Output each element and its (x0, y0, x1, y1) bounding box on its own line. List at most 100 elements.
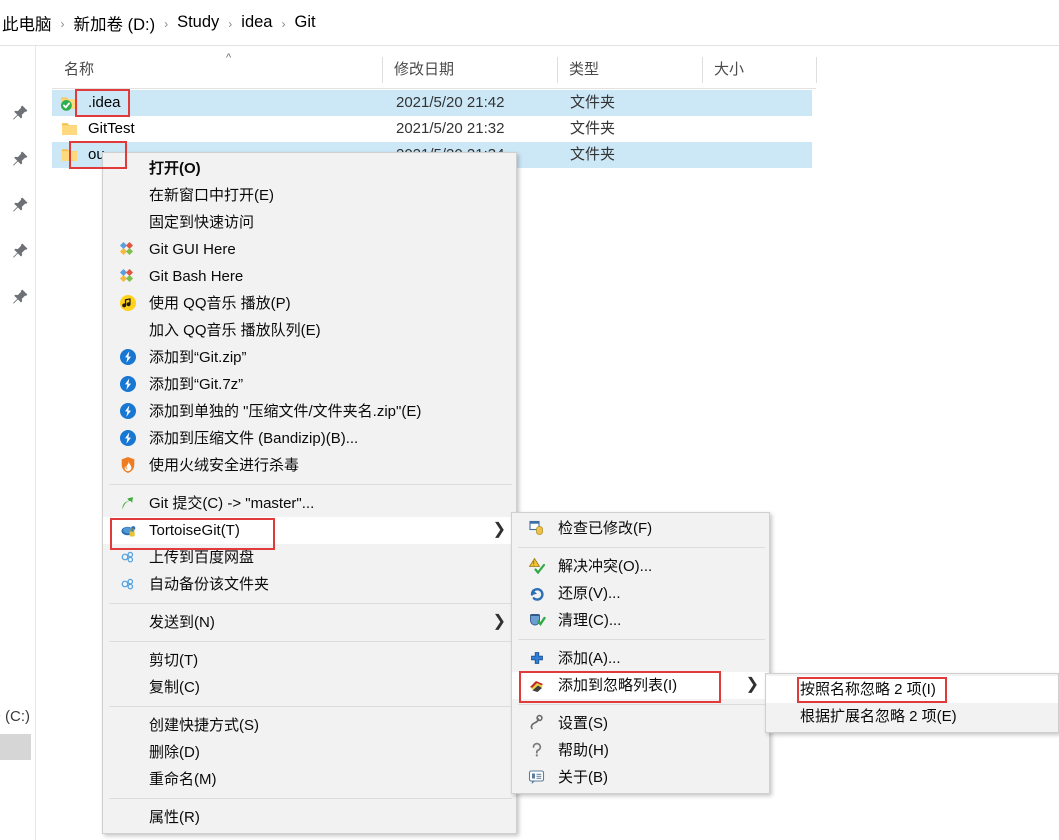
breadcrumb-item-4[interactable]: Git (292, 13, 317, 32)
table-row[interactable]: .idea 2021/5/20 21:42 文件夹 (52, 90, 812, 116)
menu-item-add-to-archive-bandizip[interactable]: 添加到压缩文件 (Bandizip)(B)... (103, 425, 516, 452)
menu-item-git-bash-here[interactable]: Git Bash Here (103, 263, 516, 290)
pin-icon[interactable] (11, 150, 29, 168)
pin-icon[interactable] (11, 242, 29, 260)
submenu-item-label: 按照名称忽略 2 项(I) (800, 681, 936, 698)
menu-item-qqmusic-play[interactable]: 使用 QQ音乐 播放(P) (103, 290, 516, 317)
menu-item-huorong-scan[interactable]: 使用火绒安全进行杀毒 (103, 452, 516, 479)
submenu-item-about[interactable]: 关于(B) (512, 764, 769, 791)
submenu-item-label: 解决冲突(O)... (558, 558, 653, 575)
resolve-conflict-icon: ! (528, 557, 546, 575)
revert-icon (528, 584, 546, 602)
baidu-cloud-icon (119, 548, 137, 566)
menu-item-upload-to-baidu-cloud[interactable]: 上传到百度网盘 (103, 544, 516, 571)
breadcrumb-item-1[interactable]: 新加卷 (D:) (72, 11, 158, 35)
column-header-size[interactable]: 大小 (702, 52, 816, 88)
git-diamonds-icon (119, 267, 137, 285)
submenu-item-settings[interactable]: 设置(S) (512, 710, 769, 737)
pin-icon[interactable] (11, 288, 29, 306)
pin-icon[interactable] (11, 196, 29, 214)
submenu-item-help[interactable]: 帮助(H) (512, 737, 769, 764)
bandizip-icon (119, 348, 137, 366)
menu-item-send-to[interactable]: 发送到(N) ❯ (103, 609, 516, 636)
column-header-name[interactable]: 名称 (52, 52, 382, 88)
menu-item-tortoisegit[interactable]: TortoiseGit(T) ❯ (103, 517, 516, 544)
help-icon (528, 741, 546, 759)
breadcrumb-item-0[interactable]: 此电脑 (0, 11, 54, 35)
submenu-item-check-modified[interactable]: 检查已修改(F) (512, 515, 769, 542)
menu-item-copy[interactable]: 复制(C) (103, 674, 516, 701)
git-commit-icon (119, 494, 137, 512)
submenu-item-ignore-by-name[interactable]: 按照名称忽略 2 项(I) (766, 676, 1058, 703)
submenu-item-label: 检查已修改(F) (558, 520, 653, 537)
menu-item-create-shortcut[interactable]: 创建快捷方式(S) (103, 712, 516, 739)
submenu-item-cleanup[interactable]: 清理(C)... (512, 607, 769, 634)
column-header-date[interactable]: 修改日期 (382, 52, 557, 88)
menu-item-label: 加入 QQ音乐 播放队列(E) (149, 322, 321, 339)
submenu-item-label: 添加到忽略列表(I) (558, 677, 678, 694)
menu-item-add-to-git-7z[interactable]: 添加到“Git.7z” (103, 371, 516, 398)
breadcrumb-separator-icon: › (164, 16, 169, 31)
menu-item-open[interactable]: 打开(O) (103, 155, 516, 182)
file-name[interactable]: .idea (88, 90, 121, 116)
menu-separator (109, 798, 512, 799)
table-row[interactable]: GitTest 2021/5/20 21:32 文件夹 (52, 116, 812, 142)
menu-item-label: 添加到单独的 "压缩文件/文件夹名.zip"(E) (149, 403, 422, 420)
folder-icon (60, 146, 79, 164)
menu-item-rename[interactable]: 重命名(M) (103, 766, 516, 793)
submenu-item-label: 根据扩展名忽略 2 项(E) (800, 708, 957, 725)
chevron-right-icon: ❯ (492, 521, 506, 538)
folder-icon (60, 120, 79, 138)
breadcrumb[interactable]: 此电脑 › 新加卷 (D:) › Study › idea › Git (0, 0, 1059, 45)
menu-item-add-to-separate-archive[interactable]: 添加到单独的 "压缩文件/文件夹名.zip"(E) (103, 398, 516, 425)
menu-item-open-in-new-window[interactable]: 在新窗口中打开(E) (103, 182, 516, 209)
menu-item-label: 重命名(M) (149, 771, 217, 788)
git-diamonds-icon (119, 240, 137, 258)
submenu-item-label: 关于(B) (558, 769, 608, 786)
file-date: 2021/5/20 21:32 (396, 120, 505, 137)
menu-separator (109, 641, 512, 642)
submenu-item-revert[interactable]: 还原(V)... (512, 580, 769, 607)
menu-item-label: 删除(D) (149, 744, 200, 761)
menu-item-label: 添加到压缩文件 (Bandizip)(B)... (149, 430, 359, 447)
breadcrumb-separator-icon: › (228, 16, 233, 31)
file-type: 文件夹 (570, 94, 616, 111)
submenu-item-label: 清理(C)... (558, 612, 622, 629)
menu-item-qqmusic-queue[interactable]: 加入 QQ音乐 播放队列(E) (103, 317, 516, 344)
nav-scroll-block[interactable] (0, 734, 31, 760)
submenu-item-ignore-by-extension[interactable]: 根据扩展名忽略 2 项(E) (766, 703, 1058, 730)
menu-item-cut[interactable]: 剪切(T) (103, 647, 516, 674)
menu-item-label: 剪切(T) (149, 652, 199, 669)
ignore-list-submenu[interactable]: 按照名称忽略 2 项(I) 根据扩展名忽略 2 项(E) (765, 673, 1059, 733)
column-header-type[interactable]: 类型 (557, 52, 702, 88)
column-header-row[interactable]: ^ 名称 修改日期 类型 大小 (52, 52, 817, 89)
menu-item-delete[interactable]: 删除(D) (103, 739, 516, 766)
pin-icon[interactable] (11, 104, 29, 122)
context-menu[interactable]: 打开(O) 在新窗口中打开(E) 固定到快速访问 Git GUI Here Gi… (102, 152, 517, 834)
menu-item-properties[interactable]: 属性(R) (103, 804, 516, 831)
breadcrumb-separator-icon: › (281, 16, 286, 31)
breadcrumb-item-2[interactable]: Study (175, 13, 221, 32)
menu-item-pin-to-quick-access[interactable]: 固定到快速访问 (103, 209, 516, 236)
ignore-icon (528, 676, 546, 694)
file-name[interactable]: GitTest (88, 116, 135, 142)
menu-item-git-gui-here[interactable]: Git GUI Here (103, 236, 516, 263)
submenu-item-add-to-ignore-list[interactable]: 添加到忽略列表(I) ❯ (512, 672, 769, 699)
menu-item-git-commit-master[interactable]: Git 提交(C) -> "master"... (103, 490, 516, 517)
menu-item-label: 添加到“Git.7z” (149, 376, 244, 393)
menu-item-auto-backup-folder[interactable]: 自动备份该文件夹 (103, 571, 516, 598)
menu-item-label: 属性(R) (149, 809, 200, 826)
navigation-pane[interactable]: D (C:) (0, 46, 35, 840)
nav-drive-label[interactable]: D (C:) (0, 708, 30, 725)
submenu-item-resolve-conflict[interactable]: ! 解决冲突(O)... (512, 553, 769, 580)
menu-item-add-to-git-zip[interactable]: 添加到“Git.zip” (103, 344, 516, 371)
breadcrumb-item-3[interactable]: idea (239, 13, 274, 32)
menu-item-label: 使用火绒安全进行杀毒 (149, 457, 300, 474)
tortoisegit-submenu[interactable]: 检查已修改(F) ! 解决冲突(O)... 还原(V)... 清理(C)... … (511, 512, 770, 794)
add-icon (528, 649, 546, 667)
menu-separator (518, 547, 765, 548)
menu-separator (109, 603, 512, 604)
menu-separator (518, 639, 765, 640)
submenu-item-add[interactable]: 添加(A)... (512, 645, 769, 672)
submenu-item-label: 还原(V)... (558, 585, 621, 602)
